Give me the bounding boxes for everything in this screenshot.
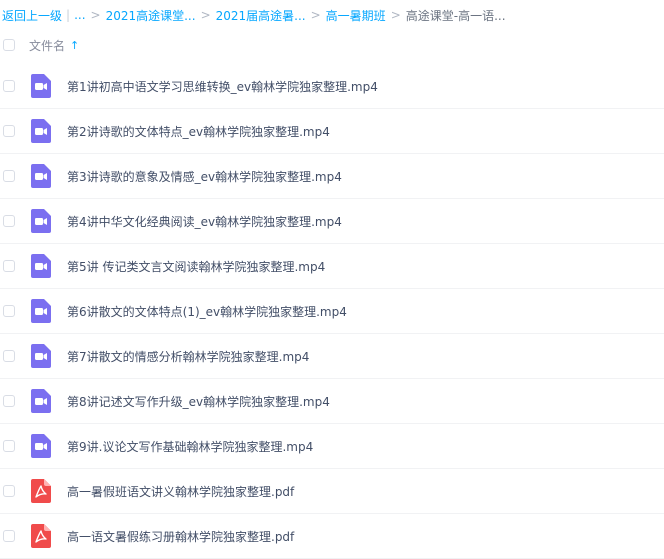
chevron-right-icon: > (310, 8, 321, 22)
breadcrumb-item[interactable]: 高一暑期班 (326, 7, 386, 24)
row-checkbox[interactable] (3, 215, 15, 227)
file-name[interactable]: 第1讲初高中语文学习思维转换_ev翰林学院独家整理.mp4 (67, 78, 378, 95)
file-name[interactable]: 第9讲.议论文写作基础翰林学院独家整理.mp4 (67, 438, 313, 455)
file-name[interactable]: 第2讲诗歌的文体特点_ev翰林学院独家整理.mp4 (67, 123, 330, 140)
row-checkbox[interactable] (3, 80, 15, 92)
chevron-right-icon: > (200, 8, 211, 22)
video-file-icon (31, 209, 51, 233)
file-list: 第1讲初高中语文学习思维转换_ev翰林学院独家整理.mp4 第2讲诗歌的文体特点_… (0, 64, 664, 559)
file-row[interactable]: 第9讲.议论文写作基础翰林学院独家整理.mp4 (0, 424, 664, 469)
video-file-icon (31, 119, 51, 143)
file-name[interactable]: 第8讲记述文写作升级_ev翰林学院独家整理.mp4 (67, 393, 330, 410)
file-name[interactable]: 第3讲诗歌的意象及情感_ev翰林学院独家整理.mp4 (67, 168, 342, 185)
breadcrumb-current: 高途课堂-高一语... (405, 8, 506, 23)
video-file-icon (31, 434, 51, 458)
file-row[interactable]: 高一暑假班语文讲义翰林学院独家整理.pdf (0, 469, 664, 514)
file-row[interactable]: 第8讲记述文写作升级_ev翰林学院独家整理.mp4 (0, 379, 664, 424)
row-checkbox[interactable] (3, 170, 15, 182)
video-file-icon (31, 299, 51, 323)
pdf-file-icon (31, 479, 51, 503)
chevron-right-icon: > (90, 8, 101, 22)
file-name[interactable]: 第4讲中华文化经典阅读_ev翰林学院独家整理.mp4 (67, 213, 342, 230)
file-row[interactable]: 第3讲诗歌的意象及情感_ev翰林学院独家整理.mp4 (0, 154, 664, 199)
breadcrumb-divider: | (66, 8, 71, 22)
file-row[interactable]: 第2讲诗歌的文体特点_ev翰林学院独家整理.mp4 (0, 109, 664, 154)
select-all-checkbox[interactable] (3, 39, 15, 51)
file-name[interactable]: 第6讲散文的文体特点(1)_ev翰林学院独家整理.mp4 (67, 303, 347, 320)
row-checkbox[interactable] (3, 485, 15, 497)
row-checkbox[interactable] (3, 530, 15, 542)
row-checkbox[interactable] (3, 395, 15, 407)
file-name[interactable]: 第5讲 传记类文言文阅读翰林学院独家整理.mp4 (67, 258, 325, 275)
file-row[interactable]: 第7讲散文的情感分析翰林学院独家整理.mp4 (0, 334, 664, 379)
file-row[interactable]: 第4讲中华文化经典阅读_ev翰林学院独家整理.mp4 (0, 199, 664, 244)
breadcrumb: 返回上一级 | ... > 2021高途课堂... > 2021届高途暑... … (2, 4, 506, 26)
video-file-icon (31, 254, 51, 278)
file-name[interactable]: 高一语文暑假练习册翰林学院独家整理.pdf (67, 528, 294, 545)
filename-column-header[interactable]: 文件名 (29, 37, 65, 54)
video-file-icon (31, 389, 51, 413)
file-list-header: 文件名 ↑ (0, 30, 664, 60)
file-name[interactable]: 第7讲散文的情感分析翰林学院独家整理.mp4 (67, 348, 309, 365)
row-checkbox[interactable] (3, 350, 15, 362)
video-file-icon (31, 164, 51, 188)
row-checkbox[interactable] (3, 125, 15, 137)
row-checkbox[interactable] (3, 260, 15, 272)
file-row[interactable]: 高一语文暑假练习册翰林学院独家整理.pdf (0, 514, 664, 559)
file-name[interactable]: 高一暑假班语文讲义翰林学院独家整理.pdf (67, 483, 294, 500)
file-row[interactable]: 第5讲 传记类文言文阅读翰林学院独家整理.mp4 (0, 244, 664, 289)
breadcrumb-ellipsis[interactable]: ... (74, 8, 85, 22)
pdf-file-icon (31, 524, 51, 548)
breadcrumb-item[interactable]: 2021届高途暑... (216, 7, 306, 24)
arrow-up-icon[interactable]: ↑ (70, 39, 79, 52)
file-row[interactable]: 第6讲散文的文体特点(1)_ev翰林学院独家整理.mp4 (0, 289, 664, 334)
row-checkbox[interactable] (3, 305, 15, 317)
video-file-icon (31, 344, 51, 368)
video-file-icon (31, 74, 51, 98)
row-checkbox[interactable] (3, 440, 15, 452)
file-row[interactable]: 第1讲初高中语文学习思维转换_ev翰林学院独家整理.mp4 (0, 64, 664, 109)
back-link[interactable]: 返回上一级 (2, 7, 62, 24)
chevron-right-icon: > (390, 8, 401, 22)
breadcrumb-item[interactable]: 2021高途课堂... (106, 7, 196, 24)
